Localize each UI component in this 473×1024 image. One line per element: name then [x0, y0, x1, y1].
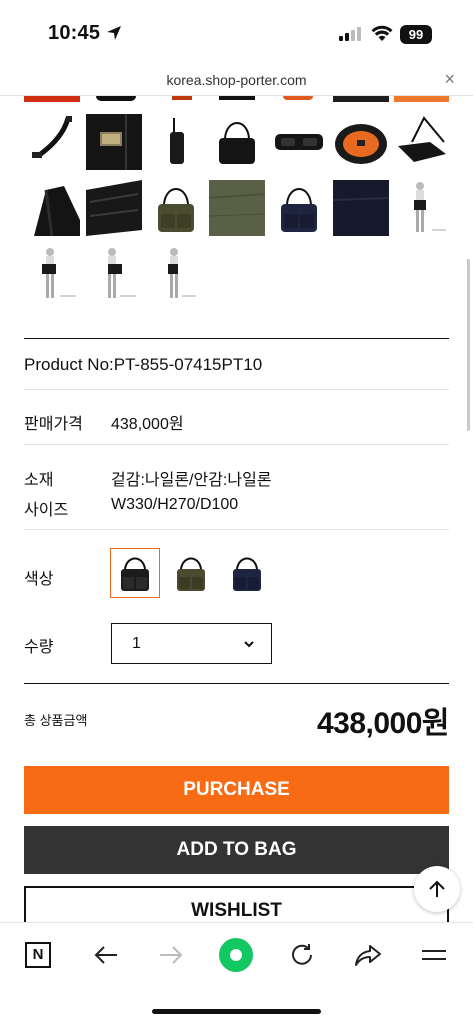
price-value: 438,000원 [111, 416, 184, 433]
cellular-signal-icon [339, 27, 363, 46]
divider [24, 338, 449, 339]
thumbnail-cut-3[interactable] [148, 96, 204, 102]
thumbnail-interior-orange[interactable] [333, 114, 389, 170]
scrollbar[interactable] [467, 259, 470, 431]
naver-home-button[interactable]: N [18, 937, 58, 973]
share-icon [355, 945, 381, 966]
thumbnail-strap-detail[interactable] [24, 180, 80, 236]
thumbnail-back-view[interactable] [209, 114, 265, 170]
product-thumbnails [24, 96, 449, 321]
thumbnail-side-view[interactable] [148, 114, 204, 170]
color-swatch-black[interactable] [110, 548, 160, 598]
total-value: 438,000원 [316, 707, 450, 740]
arrow-right-icon [160, 946, 183, 964]
battery-icon: 99 [400, 25, 432, 44]
thumbnail-olive-fabric[interactable] [209, 180, 265, 236]
thumbnail-model-front[interactable] [394, 180, 449, 236]
green-dot-button[interactable] [216, 937, 256, 973]
thumbnail-cut-2[interactable] [86, 96, 142, 102]
wifi-icon [371, 25, 393, 47]
home-indicator [152, 1009, 321, 1014]
url-text[interactable]: korea.shop-porter.com [0, 72, 473, 88]
product-number: Product No:PT-855-07415PT10 [24, 355, 262, 375]
thumbnail-navy-front[interactable] [271, 180, 327, 236]
color-swatch-olive[interactable] [166, 548, 216, 598]
reload-icon [292, 944, 312, 965]
thumbnail-cut-4[interactable] [209, 96, 265, 102]
thumbnail-olive-front[interactable] [148, 180, 204, 236]
share-button[interactable] [348, 937, 388, 973]
status-time: 10:45 [48, 22, 101, 44]
product-number-label: Product No: [24, 355, 114, 374]
status-bar: 10:45 99 [0, 0, 473, 66]
thumbnail-cut-6[interactable] [333, 96, 389, 102]
thumbnail-cut-1[interactable] [24, 96, 80, 102]
thumbnail-angle-view[interactable] [394, 114, 449, 170]
browser-toolbar: N [0, 922, 473, 1024]
back-button[interactable] [86, 937, 126, 973]
size-value: W330/H270/D100 [111, 496, 239, 513]
price-label: 판매가격 [24, 416, 83, 433]
divider [24, 683, 449, 684]
green-dot-icon [219, 938, 253, 972]
quantity-label: 수량 [24, 639, 54, 656]
quantity-value: 1 [132, 635, 141, 652]
material-value: 겉감:나일론/안감:나일론 [111, 472, 272, 489]
add-to-bag-button[interactable]: ADD TO BAG [24, 826, 449, 874]
thumbnail-model-side-b[interactable] [86, 246, 142, 302]
close-icon[interactable]: × [444, 69, 455, 90]
total-label: 총 상품금액 [24, 713, 88, 728]
hamburger-menu-icon [422, 950, 446, 960]
purchase-button[interactable]: PURCHASE [24, 766, 449, 814]
thumbnail-pocket-detail[interactable] [86, 180, 142, 236]
material-label: 소재 [24, 472, 54, 489]
thumbnail-cut-5[interactable] [271, 96, 327, 102]
thumbnail-top-view[interactable] [271, 114, 327, 170]
divider [24, 529, 449, 530]
url-bar[interactable]: korea.shop-porter.com × [0, 66, 473, 96]
arrow-left-icon [94, 946, 117, 964]
quantity-select[interactable]: 1 [111, 623, 272, 664]
product-number-value: PT-855-07415PT10 [113, 355, 263, 374]
arrow-up-icon [429, 880, 445, 897]
thumbnail-model-back[interactable] [148, 246, 204, 302]
divider [24, 444, 449, 445]
scroll-to-top-button[interactable] [414, 866, 460, 912]
size-label: 사이즈 [24, 502, 69, 519]
color-swatch-navy[interactable] [222, 548, 272, 598]
chevron-down-icon [243, 637, 255, 655]
location-arrow-icon [106, 25, 122, 46]
menu-button[interactable] [414, 937, 454, 973]
forward-button[interactable] [151, 937, 191, 973]
reload-button[interactable] [282, 937, 322, 973]
thumbnail-model-side-a[interactable] [24, 246, 80, 302]
thumbnail-front-pocket-label[interactable] [86, 114, 142, 170]
thumbnail-cut-7[interactable] [394, 96, 449, 102]
thumbnail-navy-fabric[interactable] [333, 180, 389, 236]
divider [24, 389, 449, 390]
thumbnail-shoulder-strap[interactable] [24, 114, 80, 170]
naver-logo-icon: N [25, 942, 51, 968]
color-label: 색상 [24, 571, 54, 588]
